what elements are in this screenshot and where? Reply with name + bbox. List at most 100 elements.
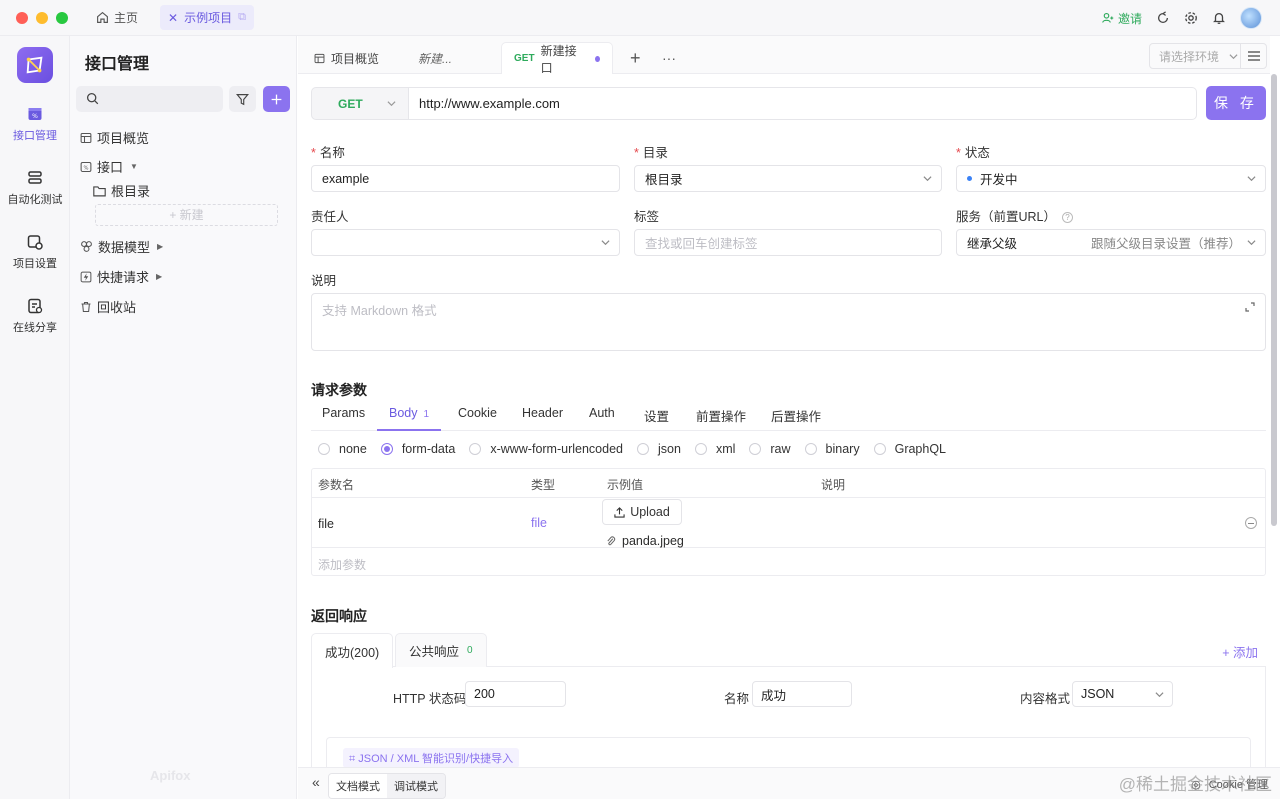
home-tab[interactable]: 主页	[96, 9, 138, 26]
radio-binary[interactable]: binary	[804, 442, 860, 456]
name-input[interactable]: example	[311, 165, 620, 192]
tab-auth[interactable]: Auth	[589, 406, 615, 431]
copy-icon[interactable]: ⧉	[238, 11, 246, 24]
tree-item-api[interactable]: % 接口 ▼	[80, 157, 138, 176]
tab-pre-operations[interactable]: 前置操作	[696, 406, 746, 431]
new-tab-button[interactable]: +	[618, 42, 653, 74]
tab-new-api[interactable]: GET 新建接口	[501, 42, 613, 75]
debug-mode-button[interactable]: 调试模式	[387, 774, 445, 798]
tab-header[interactable]: Header	[522, 406, 563, 431]
more-tabs-button[interactable]: ···	[650, 42, 688, 74]
url-value: http://www.example.com	[419, 96, 560, 111]
rail-item-label: 接口管理	[13, 130, 57, 142]
rail-item-settings[interactable]: 项目设置	[0, 234, 70, 271]
expand-icon[interactable]	[1245, 302, 1255, 312]
tab-settings[interactable]: 设置	[644, 406, 669, 431]
tree-item-overview[interactable]: 项目概览	[80, 128, 149, 147]
response-name-label: 名称	[724, 692, 750, 706]
remove-param-icon[interactable]	[1245, 517, 1257, 529]
response-name-input[interactable]: 成功	[752, 681, 852, 707]
tab-body[interactable]: Body 1	[377, 406, 442, 431]
radio-graphql[interactable]: GraphQL	[873, 442, 946, 456]
main-panel: 项目概览 新建... GET 新建接口 + ··· 请选择环境 GET http…	[298, 36, 1270, 799]
overview-icon	[80, 132, 92, 143]
status-code-label: HTTP 状态码	[393, 692, 467, 706]
tree-item-quick-request[interactable]: 快捷请求 ▶	[80, 267, 162, 286]
tab-cookie[interactable]: Cookie	[458, 406, 497, 431]
radio-json[interactable]: json	[637, 442, 681, 456]
radio-none[interactable]: none	[318, 442, 367, 456]
add-response-button[interactable]: + 添加	[1222, 642, 1258, 661]
rail-item-api[interactable]: % 接口管理	[0, 106, 70, 143]
panel-title: 接口管理	[85, 56, 150, 73]
params-table: 参数名 类型 示例值 说明 file file Upload panda.jpe…	[311, 468, 1266, 576]
tab-label: 项目概览	[331, 51, 380, 66]
filter-button[interactable]	[229, 86, 256, 112]
zoom-window-button[interactable]	[56, 11, 68, 24]
tree-item-root-dir[interactable]: 根目录	[93, 181, 150, 200]
tree-item-trash[interactable]: 回收站	[80, 297, 136, 316]
sync-icon[interactable]	[1156, 11, 1170, 25]
tab-overview[interactable]: 项目概览	[302, 42, 391, 74]
description-textarea[interactable]: 支持 Markdown 格式	[311, 293, 1266, 351]
tag-input[interactable]: 查找或回车创建标签	[634, 229, 942, 256]
paperclip-icon	[607, 535, 616, 545]
tab-params[interactable]: Params	[322, 406, 365, 431]
tab-new-draft[interactable]: 新建...	[406, 42, 464, 74]
environment-menu-button[interactable]	[1240, 43, 1267, 69]
tree-item-label: 接口	[97, 160, 124, 175]
avatar[interactable]	[1240, 7, 1262, 29]
service-select[interactable]: 继承父级 跟随父级目录设置（推荐）	[956, 229, 1266, 256]
caret-right-icon: ▶	[156, 272, 163, 281]
tab-post-operations[interactable]: 后置操作	[771, 406, 821, 431]
api-tree-panel: 接口管理 项目概览 % 接口 ▼ 根目录 + 新建 数据模型 ▶ 快捷请求 ▶ …	[70, 36, 297, 799]
main-scrollbar[interactable]	[1271, 74, 1277, 526]
url-input[interactable]: http://www.example.com	[409, 87, 1197, 120]
settings-icon	[27, 235, 43, 250]
status-select[interactable]: 开发中	[956, 165, 1266, 192]
close-window-button[interactable]	[16, 11, 28, 24]
directory-label: * 目录	[634, 146, 668, 160]
bell-icon[interactable]	[1212, 11, 1226, 25]
tab-common-response[interactable]: 公共响应 0	[395, 633, 487, 667]
tree-item-models[interactable]: 数据模型 ▶	[80, 237, 163, 256]
upload-button[interactable]: Upload	[602, 499, 682, 525]
gear-icon[interactable]	[1184, 11, 1198, 25]
attached-file[interactable]: panda.jpeg	[606, 534, 684, 548]
rail-item-test[interactable]: 自动化测试	[0, 170, 70, 207]
radio-x-www-form-urlencoded[interactable]: x-www-form-urlencoded	[469, 442, 623, 456]
directory-select[interactable]: 根目录	[634, 165, 942, 192]
method-select[interactable]: GET	[311, 87, 409, 120]
test-icon	[28, 171, 42, 184]
column-header: 参数名	[318, 478, 355, 492]
environment-select[interactable]: 请选择环境	[1149, 43, 1241, 69]
save-button[interactable]: 保 存	[1206, 86, 1266, 120]
status-code-input[interactable]: 200	[465, 681, 566, 707]
add-param-input[interactable]: 添加参数	[318, 556, 366, 573]
radio-raw[interactable]: raw	[749, 442, 791, 456]
chevron-down-icon	[1247, 240, 1256, 246]
param-type[interactable]: file	[531, 516, 547, 530]
status-value: 开发中	[980, 173, 1018, 187]
project-tab-label: 示例项目	[184, 11, 233, 25]
close-tab-icon[interactable]: ✕	[168, 11, 178, 25]
rail-item-share[interactable]: 在线分享	[0, 298, 70, 335]
tab-success-200[interactable]: 成功(200)	[311, 633, 394, 668]
content-format-select[interactable]: JSON	[1072, 681, 1173, 707]
project-tab[interactable]: ✕ 示例项目 ⧉	[160, 5, 254, 30]
add-button[interactable]	[263, 86, 290, 112]
invite-button[interactable]: 邀请	[1102, 10, 1142, 27]
help-icon[interactable]: ?	[1062, 212, 1074, 223]
collapse-sidebar-icon[interactable]: «	[312, 774, 320, 790]
name-value: example	[322, 171, 370, 186]
minimize-window-button[interactable]	[36, 11, 48, 24]
radio-form-data[interactable]: form-data	[380, 442, 455, 456]
param-name[interactable]: file	[318, 517, 334, 531]
new-item-button[interactable]: + 新建	[95, 204, 278, 226]
doc-mode-button[interactable]: 文档模式	[329, 774, 387, 798]
owner-select[interactable]	[311, 229, 620, 256]
tree-search-input[interactable]	[76, 86, 223, 112]
smart-import-button[interactable]: ⌗ JSON / XML 智能识别/快捷导入	[343, 748, 520, 768]
radio-xml[interactable]: xml	[694, 442, 735, 456]
search-icon	[86, 92, 99, 105]
